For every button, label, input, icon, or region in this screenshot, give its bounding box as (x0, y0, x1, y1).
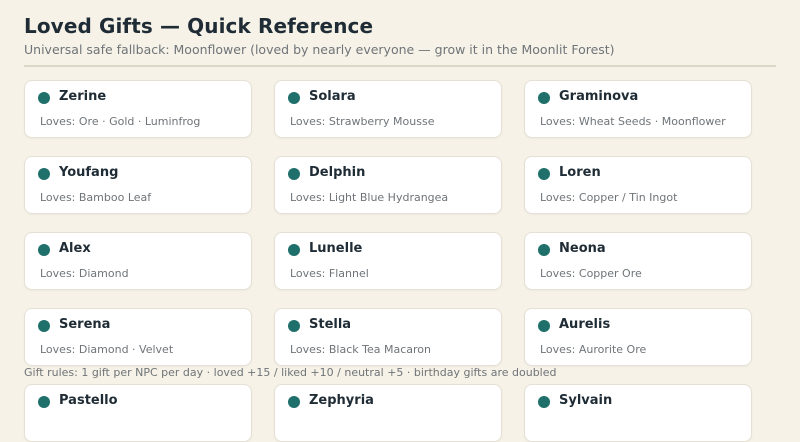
loves-value: Copper / Tin Ingot (578, 191, 678, 204)
loves-prefix: Loves: (290, 191, 329, 204)
status-dot-icon (288, 320, 300, 332)
npc-card-aurelis: Aurelis Loves: Aurorite Ore (524, 308, 752, 366)
page-subtitle: Universal safe fallback: Moonflower (lov… (24, 42, 615, 57)
npc-name: Pastello (59, 393, 118, 408)
npc-loves: Loves: Diamond (40, 267, 129, 280)
npc-name: Solara (309, 89, 356, 104)
status-dot-icon (38, 244, 50, 256)
npc-loves: Loves: Black Tea Macaron (290, 343, 431, 356)
loves-prefix: Loves: (290, 267, 329, 280)
npc-name: Delphin (309, 165, 366, 180)
npc-card-zephyria: Zephyria (274, 384, 502, 442)
npc-name: Alex (59, 241, 91, 256)
npc-loves: Loves: Diamond · Velvet (40, 343, 173, 356)
status-dot-icon (538, 244, 550, 256)
loves-value: Bamboo Leaf (78, 191, 152, 204)
loves-prefix: Loves: (540, 343, 579, 356)
npc-card-youfang: Youfang Loves: Bamboo Leaf (24, 156, 252, 214)
loves-value: Wheat Seeds · Moonflower (578, 115, 726, 128)
loves-value: Strawberry Mousse (328, 115, 435, 128)
npc-name: Zerine (59, 89, 107, 104)
npc-card-alex: Alex Loves: Diamond (24, 232, 252, 290)
npc-loves: Loves: Copper / Tin Ingot (540, 191, 677, 204)
loves-prefix: Loves: (40, 191, 79, 204)
header-divider (24, 65, 776, 67)
npc-name: Aurelis (559, 317, 611, 332)
loves-value: Diamond (78, 267, 129, 280)
status-dot-icon (538, 168, 550, 180)
npc-card-delphin: Delphin Loves: Light Blue Hydrangea (274, 156, 502, 214)
status-dot-icon (38, 168, 50, 180)
loves-value: Aurorite Ore (578, 343, 647, 356)
npc-name: Serena (59, 317, 111, 332)
npc-loves: Loves: Light Blue Hydrangea (290, 191, 448, 204)
npc-name: Sylvain (559, 393, 613, 408)
npc-loves: Loves: Aurorite Ore (540, 343, 646, 356)
npc-card-solara: Solara Loves: Strawberry Mousse (274, 80, 502, 138)
loves-prefix: Loves: (290, 115, 329, 128)
loves-value: Light Blue Hydrangea (328, 191, 449, 204)
status-dot-icon (288, 92, 300, 104)
npc-name: Lunelle (309, 241, 363, 256)
status-dot-icon (38, 396, 50, 408)
loves-prefix: Loves: (40, 267, 79, 280)
npc-card-serena: Serena Loves: Diamond · Velvet (24, 308, 252, 366)
npc-card-graminova: Graminova Loves: Wheat Seeds · Moonflower (524, 80, 752, 138)
status-dot-icon (288, 396, 300, 408)
status-dot-icon (38, 320, 50, 332)
npc-card-loren: Loren Loves: Copper / Tin Ingot (524, 156, 752, 214)
npc-loves: Loves: Flannel (290, 267, 369, 280)
npc-loves: Loves: Copper Ore (540, 267, 642, 280)
npc-card-neona: Neona Loves: Copper Ore (524, 232, 752, 290)
npc-card-zerine: Zerine Loves: Ore · Gold · Luminfrog (24, 80, 252, 138)
status-dot-icon (538, 92, 550, 104)
npc-loves: Loves: Ore · Gold · Luminfrog (40, 115, 200, 128)
status-dot-icon (288, 244, 300, 256)
status-dot-icon (38, 92, 50, 104)
loves-value: Ore · Gold · Luminfrog (78, 115, 201, 128)
npc-name: Loren (559, 165, 601, 180)
loves-prefix: Loves: (540, 267, 579, 280)
loves-prefix: Loves: (540, 191, 579, 204)
page-title: Loved Gifts — Quick Reference (24, 14, 374, 38)
loves-prefix: Loves: (40, 343, 79, 356)
npc-loves: Loves: Strawberry Mousse (290, 115, 434, 128)
loves-value: Flannel (328, 267, 369, 280)
npc-name: Zephyria (309, 393, 374, 408)
loves-value: Diamond · Velvet (78, 343, 174, 356)
loves-value: Copper Ore (578, 267, 642, 280)
npc-card-stella: Stella Loves: Black Tea Macaron (274, 308, 502, 366)
status-dot-icon (288, 168, 300, 180)
loves-prefix: Loves: (40, 115, 79, 128)
npc-card-sylvain: Sylvain (524, 384, 752, 442)
loves-prefix: Loves: (290, 343, 329, 356)
status-dot-icon (538, 396, 550, 408)
npc-name: Stella (309, 317, 352, 332)
npc-loves: Loves: Bamboo Leaf (40, 191, 151, 204)
npc-name: Youfang (59, 165, 119, 180)
npc-name: Neona (559, 241, 606, 256)
npc-card-pastello: Pastello (24, 384, 252, 442)
npc-loves: Loves: Wheat Seeds · Moonflower (540, 115, 726, 128)
gift-rules-note: Gift rules: 1 gift per NPC per day · lov… (24, 366, 557, 379)
status-dot-icon (538, 320, 550, 332)
loves-prefix: Loves: (540, 115, 579, 128)
loves-value: Black Tea Macaron (328, 343, 432, 356)
npc-name: Graminova (559, 89, 639, 104)
npc-card-lunelle: Lunelle Loves: Flannel (274, 232, 502, 290)
